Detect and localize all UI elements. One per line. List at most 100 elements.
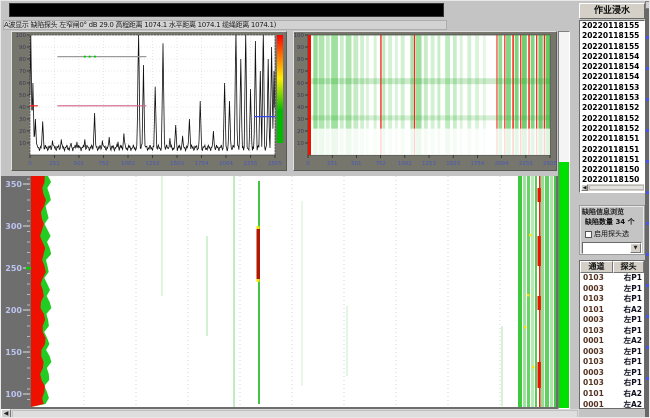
svg-text:70: 70: [297, 69, 304, 75]
waterfall-heatmap-chart[interactable]: 350300250200150100: [1, 176, 556, 407]
svg-text:501: 501: [351, 161, 362, 167]
ascan-chart-panel[interactable]: 0251501752100212531503175420042255250510…: [11, 31, 287, 171]
svg-text:40: 40: [297, 105, 304, 111]
job-list-item[interactable]: 20220118155: [580, 42, 644, 52]
table-row[interactable]: 0003左P1: [580, 315, 644, 326]
right-strip-top-square[interactable]: [645, 1, 650, 9]
defect-info-groupbox: 缺陷信息浏览 缺陷数量 34 个 启用探头选 ▼: [579, 205, 645, 255]
waterfall-scan-panel[interactable]: 350300250200150100: [1, 176, 558, 409]
job-list-item[interactable]: 20220118155: [580, 31, 644, 41]
table-row[interactable]: 0101右A2: [580, 305, 644, 316]
right-strip-marker: [646, 253, 650, 256]
enable-probe-checkbox-label: 启用探头选: [594, 229, 629, 239]
svg-text:1503: 1503: [446, 161, 460, 167]
probe-cell: 左P1: [614, 284, 642, 295]
channel-cell: 0003: [580, 368, 614, 379]
job-list-item[interactable]: 20220118154: [580, 62, 644, 72]
table-row[interactable]: 0101右A2: [580, 389, 644, 400]
job-list-item[interactable]: 20220118150: [580, 165, 644, 175]
svg-text:1002: 1002: [121, 161, 135, 167]
job-list-item[interactable]: 20220118153: [580, 83, 644, 93]
channel-cell: 0103: [580, 378, 614, 389]
probe-select-combobox[interactable]: ▼: [582, 242, 642, 254]
table-row[interactable]: 0103右P1: [580, 273, 644, 284]
table-row[interactable]: 0103右P1: [580, 357, 644, 368]
probe-cell: 左A2: [614, 336, 642, 347]
svg-text:200: 200: [5, 306, 22, 315]
table-row[interactable]: 0103右P1: [580, 294, 644, 305]
job-list-item[interactable]: 20220118152: [580, 124, 644, 134]
enable-probe-checkbox[interactable]: [585, 231, 592, 238]
svg-text:1253: 1253: [146, 161, 160, 167]
probe-cell: 右P1: [614, 378, 642, 389]
channel-cell: 0101: [580, 305, 614, 316]
svg-text:150: 150: [5, 348, 22, 357]
right-strip-marker: [646, 98, 650, 101]
job-list-item[interactable]: 20220118151: [580, 134, 644, 144]
channel-probe-table[interactable]: 通道 探头 0103右P10003左P10103右P10101右A20003左P…: [579, 260, 645, 409]
channel-cell: 0001: [580, 400, 614, 409]
horizontal-scrollbar-track[interactable]: [12, 410, 578, 418]
svg-text:251: 251: [49, 161, 60, 167]
bscan-heatmap-chart[interactable]: 0251501752100212531503175420042255250510…: [294, 32, 556, 170]
combobox-dropdown-icon[interactable]: ▼: [630, 243, 641, 253]
probe-cell: 右P1: [614, 357, 642, 368]
table-row[interactable]: 0003左P1: [580, 368, 644, 379]
app-window: A波显示 缺陷探头 左窄闸0° dB 29.0 高程距离 1074.1 水平距离…: [0, 0, 650, 418]
channel-cell: 0103: [580, 294, 614, 305]
svg-text:100: 100: [16, 33, 27, 39]
job-list-item[interactable]: 20220118154: [580, 72, 644, 82]
ascan-waveform-chart[interactable]: 0251501752100212531503175420042255250510…: [12, 32, 286, 170]
job-list-item[interactable]: 20220118151: [580, 145, 644, 155]
table-header-probe[interactable]: 探头: [613, 261, 644, 273]
svg-text:2004: 2004: [495, 161, 509, 167]
table-row[interactable]: 0103右P1: [580, 378, 644, 389]
svg-text:90: 90: [297, 45, 304, 51]
right-strip-marker: [646, 346, 650, 349]
job-list-item[interactable]: 20220118152: [580, 114, 644, 124]
job-list-item[interactable]: 20220118153: [580, 93, 644, 103]
table-row[interactable]: 0103右P1: [580, 326, 644, 337]
table-row[interactable]: 0001左A2: [580, 400, 644, 409]
svg-text:10: 10: [297, 141, 304, 147]
table-header-channel[interactable]: 通道: [580, 261, 613, 273]
svg-text:0: 0: [306, 161, 310, 167]
job-list-item[interactable]: 20220118155: [580, 21, 644, 31]
status-bar-text: A波显示 缺陷探头 左窄闸0° dB 29.0 高程距离 1074.1 水平距离…: [3, 20, 447, 30]
job-list-item[interactable]: 20220118154: [580, 52, 644, 62]
svg-text:20: 20: [297, 129, 304, 135]
probe-cell: 右A2: [614, 305, 642, 316]
defect-groupbox-title: 缺陷信息浏览: [582, 207, 642, 217]
svg-text:30: 30: [297, 117, 304, 123]
enable-probe-select-row: 启用探头选: [582, 229, 642, 239]
channel-cell: 0103: [580, 357, 614, 368]
right-strip-marker: [646, 222, 650, 225]
probe-cell: 左P1: [614, 315, 642, 326]
svg-text:60: 60: [297, 81, 304, 87]
channel-cell: 0103: [580, 326, 614, 337]
svg-text:10: 10: [19, 141, 26, 147]
table-header-row: 通道 探头: [580, 261, 644, 273]
job-list-header-button[interactable]: 作业浸水: [579, 3, 645, 19]
probe-cell: 左P1: [614, 347, 642, 358]
scroll-left-arrow-icon[interactable]: ◀: [1, 409, 11, 418]
horizontal-scrollbar[interactable]: ◀: [1, 409, 579, 418]
svg-text:250: 250: [5, 264, 22, 273]
job-scrollbar-track[interactable]: [589, 185, 644, 190]
table-row[interactable]: 0003左P1: [580, 284, 644, 295]
job-list-item[interactable]: 20220118152: [580, 103, 644, 113]
table-row[interactable]: 0001左A2: [580, 336, 644, 347]
svg-text:100: 100: [294, 33, 304, 39]
bscan-chart-panel[interactable]: 0251501752100212531503175420042255250510…: [293, 31, 557, 171]
job-list[interactable]: 2022011815520220118155202201181552022011…: [579, 20, 645, 193]
job-scroll-left-arrow-icon[interactable]: ◀: [581, 184, 588, 191]
channel-cell: 0003: [580, 315, 614, 326]
job-list-item[interactable]: 20220118151: [580, 155, 644, 165]
svg-text:350: 350: [5, 180, 22, 189]
table-row[interactable]: 0003左P1: [580, 347, 644, 358]
channel-cell: 0101: [580, 389, 614, 400]
combobox-value[interactable]: [583, 243, 630, 253]
job-list-hscrollbar[interactable]: ◀: [581, 184, 644, 191]
channel-cell: 0001: [580, 336, 614, 347]
svg-text:2505: 2505: [543, 161, 556, 167]
